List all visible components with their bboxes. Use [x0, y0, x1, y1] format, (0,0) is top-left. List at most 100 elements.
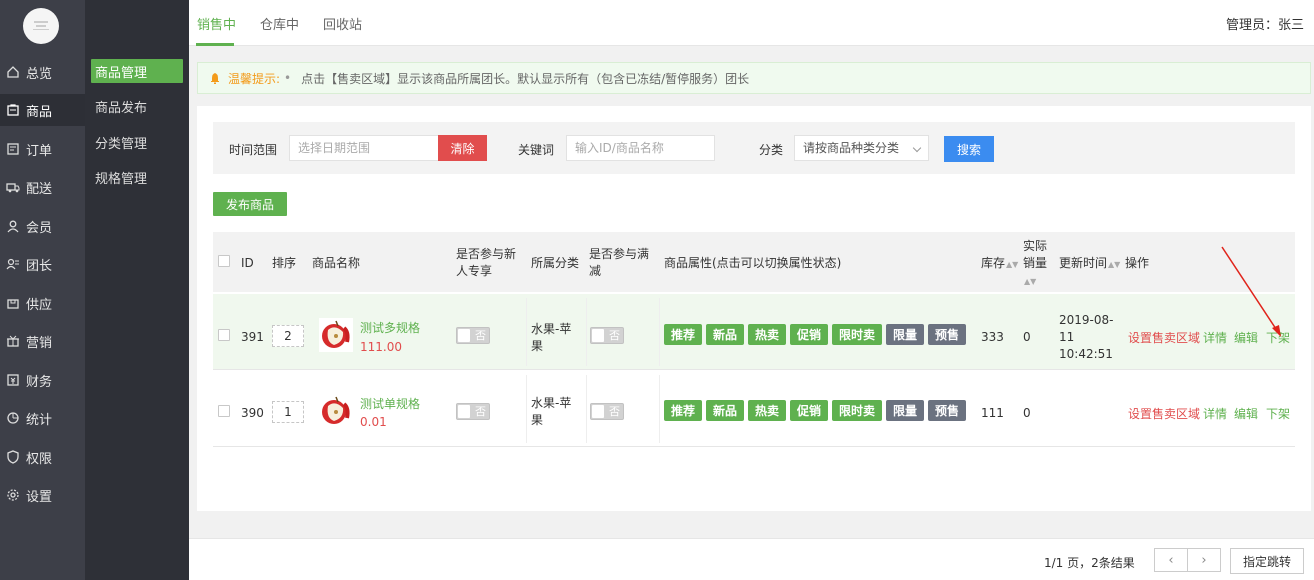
tab-on-sale[interactable]: 销售中: [197, 14, 236, 33]
subnav-item-goods-manage[interactable]: 商品管理: [91, 59, 183, 83]
next-page-button[interactable]: ›: [1187, 548, 1221, 572]
attr-presale-button[interactable]: 预售: [928, 324, 966, 345]
attr-timed-button[interactable]: 限时卖: [832, 400, 882, 421]
product-price: 0.01: [360, 415, 387, 429]
set-area-link[interactable]: 设置售卖区域: [1128, 405, 1200, 422]
nav-item-overview[interactable]: 总览: [0, 56, 85, 88]
toggle-knob: [592, 329, 604, 342]
attr-new-button[interactable]: 新品: [706, 400, 744, 421]
category-select[interactable]: 请按商品种类分类: [794, 135, 929, 161]
product-name-link[interactable]: 测试单规格: [360, 395, 420, 412]
subnav-item-spec[interactable]: 规格管理: [91, 165, 183, 189]
nav-label: 总览: [26, 66, 53, 82]
finance-icon: [7, 374, 19, 386]
th-sort: 排序: [272, 256, 297, 270]
nav-item-supply[interactable]: 供应: [0, 287, 85, 319]
attr-limited-button[interactable]: 限量: [886, 400, 924, 421]
attr-presale-button[interactable]: 预售: [928, 400, 966, 421]
attr-recommend-button[interactable]: 推荐: [664, 400, 702, 421]
nav-item-members[interactable]: 会员: [0, 210, 85, 242]
product-name-link[interactable]: 测试多规格: [360, 319, 420, 336]
attr-promo-button[interactable]: 促销: [790, 400, 828, 421]
offshelf-link[interactable]: 下架: [1266, 405, 1290, 422]
category-select-value: 请按商品种类分类: [803, 141, 900, 155]
th-sales[interactable]: 实际销量 ▲▼: [1023, 238, 1049, 290]
row-sales: 0: [1023, 330, 1031, 344]
attr-recommend-button[interactable]: 推荐: [664, 324, 702, 345]
attr-new-button[interactable]: 新品: [706, 324, 744, 345]
admin-label: 管理员：张三: [1225, 18, 1304, 33]
table-row: 391 2 测试多规格 111.00 否 水果-苹果 否 推荐 新品 热卖 促销…: [213, 294, 1295, 370]
select-all-checkbox[interactable]: [218, 255, 230, 267]
fullcut-toggle[interactable]: 否: [590, 327, 624, 344]
row-checkbox[interactable]: [218, 329, 230, 341]
notice-bar: 温馨提示: • 点击【售卖区域】显示该商品所属团长。默认显示所有（包含已冻结/暂…: [197, 62, 1311, 94]
nav-item-marketing[interactable]: 营销: [0, 325, 85, 357]
attr-hot-button[interactable]: 热卖: [748, 324, 786, 345]
table-row: 390 1 测试单规格 0.01 否 水果-苹果 否 推荐 新品 热卖 促销 限…: [213, 371, 1295, 447]
row-id: 390: [241, 406, 264, 420]
attr-hot-button[interactable]: 热卖: [748, 400, 786, 421]
fullcut-toggle[interactable]: 否: [590, 403, 624, 420]
row-category: 水果-苹果: [531, 322, 572, 353]
tab-recycle[interactable]: 回收站: [323, 14, 362, 33]
publish-goods-button[interactable]: 发布商品: [213, 192, 287, 216]
nav-item-delivery[interactable]: 配送: [0, 171, 85, 203]
date-range-input[interactable]: 选择日期范围: [289, 135, 439, 161]
divider: [586, 298, 587, 366]
permission-icon: [7, 450, 19, 464]
nav-item-stats[interactable]: 统计: [0, 402, 85, 434]
search-button[interactable]: 搜索: [944, 136, 994, 162]
divider: [526, 375, 527, 443]
th-stock[interactable]: 库存▲▼: [981, 255, 1018, 273]
row-checkbox[interactable]: [218, 405, 230, 417]
th-updated[interactable]: 更新时间▲▼: [1059, 255, 1120, 273]
edit-link[interactable]: 编辑: [1234, 405, 1258, 422]
supply-icon: [7, 299, 19, 309]
filter-bar: 时间范围 选择日期范围 清除 关键词 输入ID/商品名称 分类 请按商品种类分类…: [213, 122, 1295, 174]
subnav-item-goods-publish[interactable]: 商品发布: [91, 94, 183, 118]
settings-icon: [7, 489, 19, 501]
nav-label: 营销: [26, 335, 53, 351]
clear-button[interactable]: 清除: [438, 135, 487, 161]
sort-input[interactable]: 2: [272, 325, 304, 347]
nav-item-finance[interactable]: 财务: [0, 364, 85, 396]
row-stock: 111: [981, 406, 1004, 420]
keyword-input[interactable]: 输入ID/商品名称: [566, 135, 715, 161]
jump-page-button[interactable]: 指定跳转: [1230, 548, 1304, 574]
chevron-left-icon: ‹: [1168, 552, 1174, 568]
pagination-bar: 1/1 页，2条结果 ‹ › 指定跳转: [189, 538, 1314, 580]
attr-limited-button[interactable]: 限量: [886, 324, 924, 345]
delivery-icon: [6, 183, 20, 193]
divider: [526, 298, 527, 366]
logo: [23, 8, 59, 44]
nav-item-settings[interactable]: 设置: [0, 479, 85, 511]
th-id: ID: [241, 256, 254, 270]
nav-label: 统计: [26, 412, 53, 428]
gift-icon: [7, 335, 19, 347]
divider: [659, 298, 660, 366]
nav-item-leaders[interactable]: 团长: [0, 248, 85, 280]
prev-page-button[interactable]: ‹: [1154, 548, 1188, 572]
attr-timed-button[interactable]: 限时卖: [832, 324, 882, 345]
nav-item-orders[interactable]: 订单: [0, 133, 85, 165]
annotation-arrow: [1221, 246, 1281, 337]
newuser-toggle[interactable]: 否: [456, 403, 490, 420]
th-name: 商品名称: [312, 256, 361, 270]
divider: [659, 375, 660, 443]
toggle-text: 否: [609, 329, 620, 342]
sort-input[interactable]: 1: [272, 401, 304, 423]
attr-promo-button[interactable]: 促销: [790, 324, 828, 345]
time-range-label: 时间范围: [229, 143, 278, 157]
keyword-label: 关键词: [518, 143, 555, 157]
nav-item-goods[interactable]: 商品: [0, 94, 85, 126]
tab-warehouse[interactable]: 仓库中: [260, 14, 299, 33]
subnav-item-category[interactable]: 分类管理: [91, 130, 183, 154]
set-area-link[interactable]: 设置售卖区域: [1128, 329, 1200, 346]
detail-link[interactable]: 详情: [1203, 405, 1227, 422]
row-id: 391: [241, 330, 264, 344]
nav-item-permissions[interactable]: 权限: [0, 441, 85, 473]
th-attrs: 商品属性(点击可以切换属性状态): [664, 256, 842, 270]
newuser-toggle[interactable]: 否: [456, 327, 490, 344]
row-updated: 2019-08-11 10:42:51: [1059, 313, 1114, 361]
